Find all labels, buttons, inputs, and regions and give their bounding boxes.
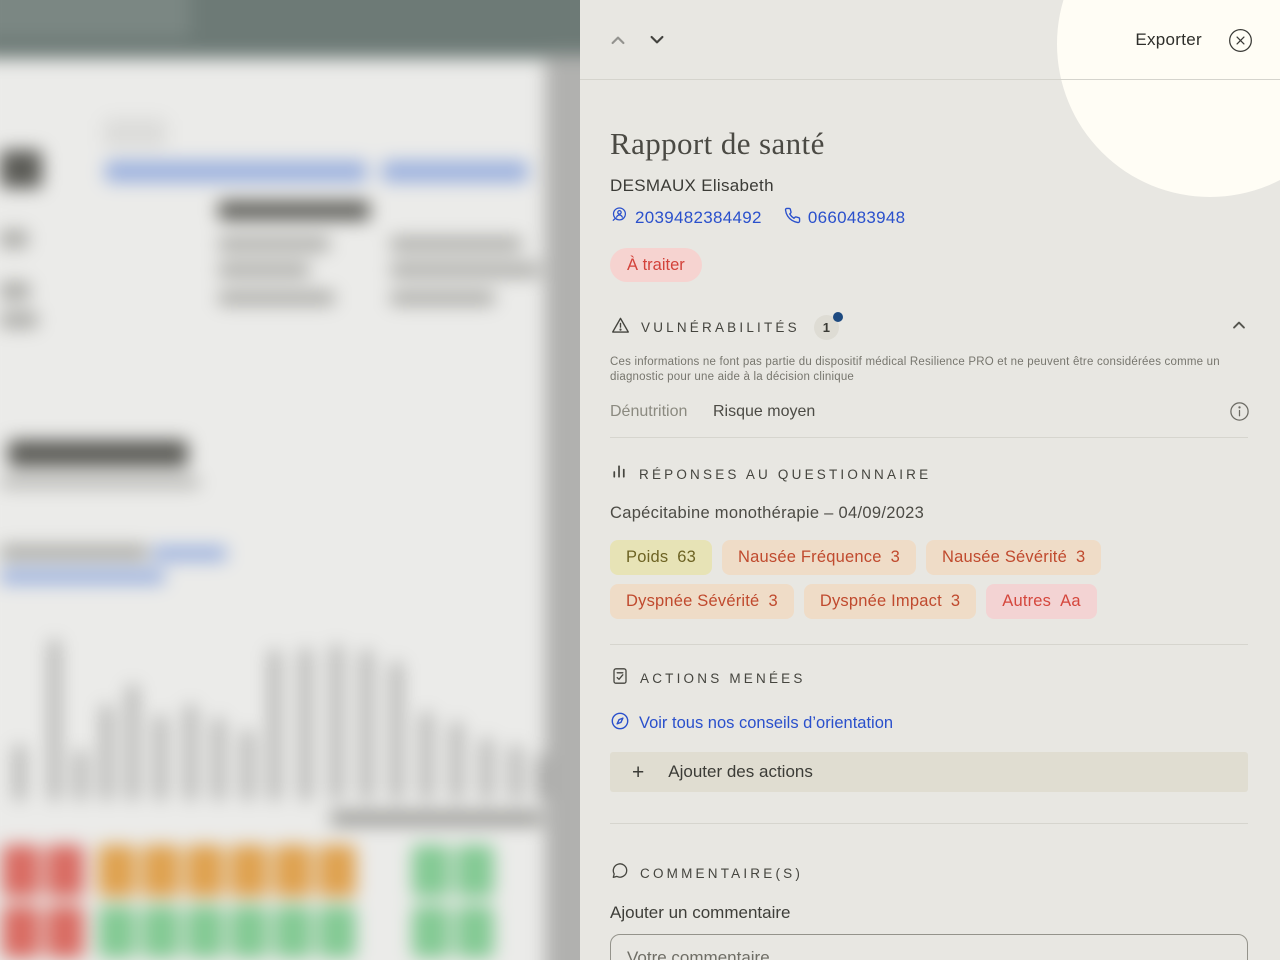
blurred-text [218, 237, 330, 251]
chip-autres[interactable]: Autres Aa [986, 584, 1097, 619]
warning-icon [610, 315, 631, 341]
chip-label: Dyspnée Sévérité [626, 592, 760, 610]
blurred-underline [0, 478, 200, 487]
actions-title: ACTIONS MENÉES [640, 671, 806, 686]
info-icon [1229, 402, 1250, 425]
blurred-link-text [0, 569, 165, 584]
background-blur-layer [0, 0, 600, 960]
patient-id-value: 2039482384492 [635, 207, 762, 227]
status-badge: À traiter [610, 248, 702, 282]
patient-name: DESMAUX Elisabeth [610, 176, 774, 195]
blurred-axis-label [330, 812, 542, 825]
background-topbar-tab [0, 0, 190, 38]
chip-value: 3 [1075, 548, 1086, 566]
phone-icon [784, 207, 801, 229]
comments-title: COMMENTAIRE(S) [640, 866, 804, 881]
blurred-link-text [105, 161, 367, 182]
answer-chips: Poids 63 Nausée Fréquence 3 Nausée Sévér… [610, 540, 1255, 619]
clipboard-check-icon [610, 666, 630, 691]
blurred-link-text [152, 546, 227, 561]
plus-icon: + [632, 760, 645, 784]
vulnerabilities-section-header[interactable]: VULNÉRABILITÉS 1 [610, 312, 1250, 341]
blurred-text [0, 282, 30, 300]
blurred-chip [103, 118, 167, 148]
blurred-heading [8, 440, 188, 467]
chip-nausee-severite[interactable]: Nausée Sévérité 3 [925, 540, 1102, 575]
health-report-drawer: Exporter Rapport de santé DESMAUX Elisab… [580, 0, 1280, 960]
chip-label: Nausée Sévérité [941, 548, 1067, 566]
chip-value: 3 [890, 548, 900, 566]
vulnerability-label: Dénutrition [610, 402, 688, 420]
blurred-text [390, 237, 522, 251]
blurred-heading [218, 201, 370, 220]
screen: Exporter Rapport de santé DESMAUX Elisab… [0, 0, 1280, 960]
divider [610, 823, 1248, 824]
orientation-advice-label: Voir tous nos conseils d’orientation [639, 714, 894, 732]
vulnerability-row: Dénutrition Risque moyen [610, 401, 1250, 422]
blurred-text [390, 263, 540, 277]
chip-poids[interactable]: Poids 63 [610, 540, 713, 575]
drawer-content: Rapport de santé DESMAUX Elisabeth 20394… [580, 0, 1280, 960]
patient-id-link[interactable]: 2039482384492 [610, 206, 762, 229]
blurred-text [0, 150, 42, 188]
text-answer-icon: Aa [1060, 592, 1081, 610]
questionnaire-section-header: RÉPONSES AU QUESTIONNAIRE [610, 462, 931, 486]
actions-section-header: ACTIONS MENÉES [610, 666, 806, 691]
chip-value: 3 [768, 592, 778, 610]
add-actions-button[interactable]: + Ajouter des actions [610, 752, 1248, 792]
background-page [0, 0, 600, 960]
patient-contact-row: 2039482384492 0660483948 [610, 206, 905, 229]
orientation-advice-link[interactable]: Voir tous nos conseils d’orientation [610, 711, 893, 736]
chip-nausee-frequence[interactable]: Nausée Fréquence 3 [722, 540, 916, 575]
chip-label: Dyspnée Impact [819, 592, 942, 610]
blurred-text [390, 291, 495, 305]
chip-value: 3 [950, 592, 961, 610]
patient-phone-value: 0660483948 [807, 207, 906, 227]
blurred-link-text [382, 161, 528, 182]
blurred-text [218, 263, 310, 277]
blurred-text [218, 291, 335, 305]
divider [610, 644, 1248, 645]
bar-chart-icon [610, 462, 629, 486]
chip-label: Autres [1002, 592, 1052, 610]
compass-icon [610, 711, 630, 736]
chip-label: Nausée Fréquence [738, 548, 882, 566]
add-comment-label: Ajouter un commentaire [610, 903, 791, 922]
blurred-text [0, 230, 28, 248]
vulnerabilities-count-badge: 1 [813, 312, 843, 340]
speech-bubble-icon [610, 861, 630, 886]
comments-section-header: COMMENTAIRE(S) [610, 861, 803, 886]
blurred-bar-chart [0, 600, 560, 800]
blurred-text [0, 545, 148, 560]
questionnaire-title: RÉPONSES AU QUESTIONNAIRE [639, 466, 932, 482]
vulnerabilities-title: VULNÉRABILITÉS [641, 320, 800, 335]
vulnerability-risk-value: Risque moyen [713, 402, 816, 420]
chip-value: 63 [677, 548, 697, 566]
medical-disclaimer: Ces informations ne font pas partie du d… [610, 356, 1220, 383]
chip-dyspnee-severite[interactable]: Dyspnée Sévérité 3 [610, 584, 794, 619]
notification-dot [832, 312, 843, 322]
questionnaire-subtitle: Capécitabine monothérapie – 04/09/2023 [610, 504, 925, 522]
add-actions-label: Ajouter des actions [668, 762, 813, 781]
chip-label: Poids [626, 548, 669, 566]
divider [610, 437, 1248, 438]
blurred-text [0, 312, 38, 328]
vulnerabilities-count: 1 [822, 320, 830, 335]
page-title: Rapport de santé [610, 126, 825, 161]
info-button[interactable] [1229, 401, 1250, 422]
chip-dyspnee-impact[interactable]: Dyspnée Impact 3 [803, 584, 977, 619]
person-search-icon [610, 206, 628, 229]
collapse-chevron-up-icon[interactable] [1228, 314, 1250, 341]
comment-input[interactable] [610, 934, 1248, 960]
patient-phone-link[interactable]: 0660483948 [784, 207, 906, 229]
